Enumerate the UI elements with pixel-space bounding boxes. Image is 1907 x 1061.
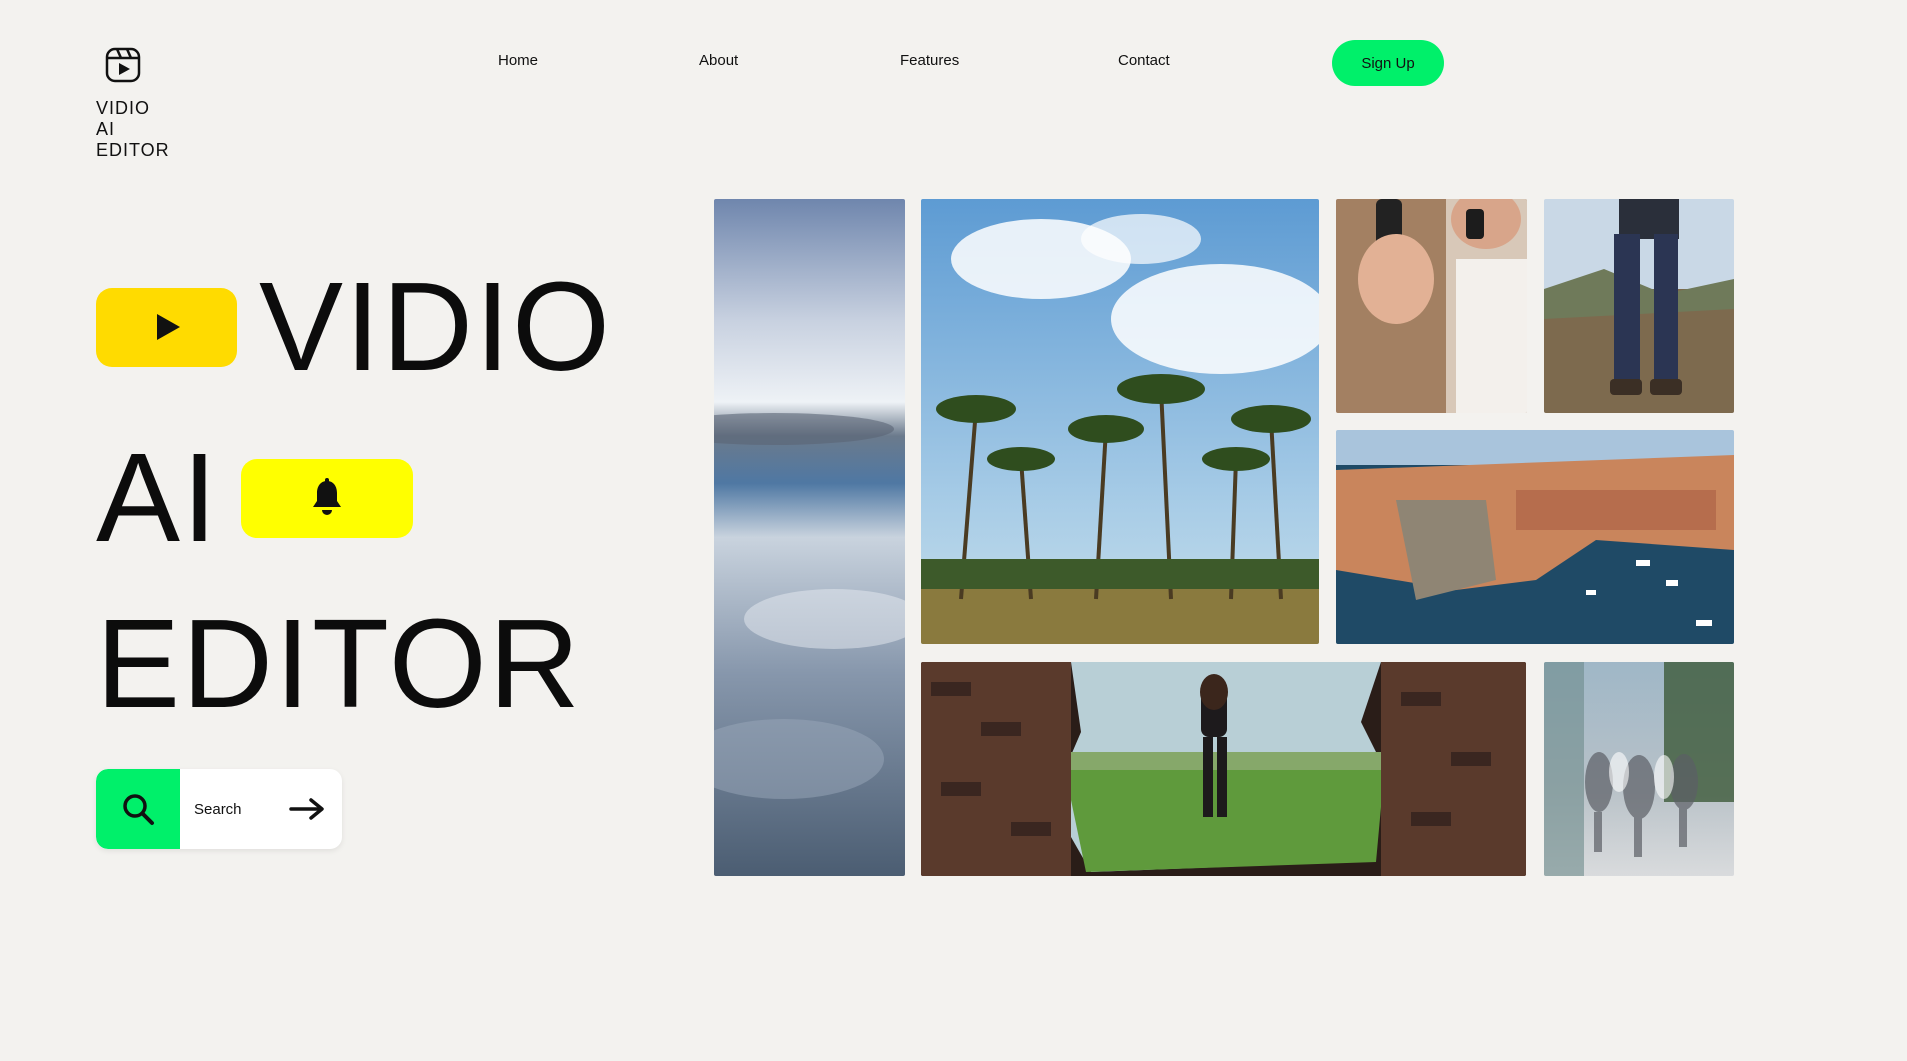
search-label[interactable]: Search: [194, 801, 274, 818]
hiker-legs-photo[interactable]: [1544, 199, 1734, 413]
play-icon: [156, 314, 180, 340]
arrow-right-icon: [289, 798, 324, 820]
hero-line-1: VIDIO: [96, 264, 612, 390]
nav-item-contact[interactable]: Contact: [1118, 52, 1170, 69]
hero-title-word: VIDIO: [259, 256, 613, 397]
brand-name: VIDIO AI EDITOR: [96, 98, 170, 161]
coastal-town-photo[interactable]: [1336, 430, 1734, 644]
aerial-clouds-photo[interactable]: [714, 199, 905, 876]
hero-line-3: EDITOR: [96, 601, 582, 727]
bell-icon: [313, 478, 342, 515]
submit-search-button[interactable]: [289, 797, 325, 821]
search-icon: [123, 794, 154, 825]
main-nav: Home About Features Contact Sign Up: [0, 40, 1907, 86]
sign-up-button[interactable]: Sign Up: [1332, 40, 1444, 86]
search-button[interactable]: [96, 769, 180, 849]
play-button[interactable]: [96, 287, 237, 367]
brand-line: VIDIO: [96, 98, 151, 118]
nav-item-home[interactable]: Home: [498, 52, 538, 69]
hero-title-word: AI: [96, 427, 220, 568]
phone-selfie-photo[interactable]: [1336, 199, 1527, 413]
nav-item-features[interactable]: Features: [900, 52, 959, 69]
brand-line: EDITOR: [96, 140, 170, 160]
hero-title-word: EDITOR: [96, 593, 582, 734]
brand-line: AI: [96, 119, 116, 139]
nav-item-about[interactable]: About: [699, 52, 738, 69]
woman-through-wall-photo[interactable]: [921, 662, 1526, 876]
search-bar[interactable]: Search: [96, 769, 342, 849]
hero-line-2: AI: [96, 427, 414, 568]
blurred-crowd-photo[interactable]: [1544, 662, 1734, 876]
notification-button[interactable]: [241, 458, 414, 538]
palm-trees-photo[interactable]: [921, 199, 1319, 644]
